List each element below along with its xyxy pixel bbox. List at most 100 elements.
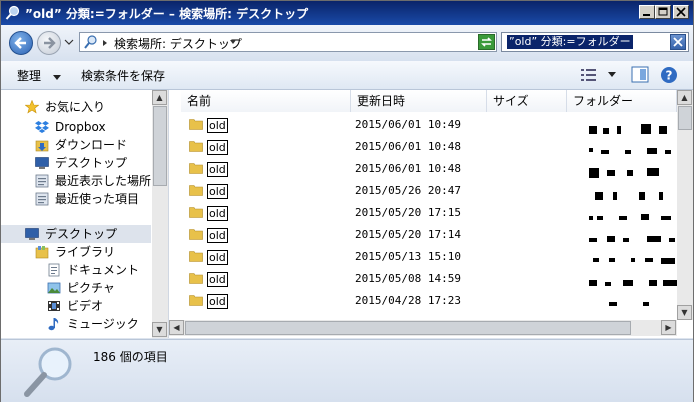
nav-item-dropbox[interactable]: Dropbox — [35, 118, 155, 136]
file-date: 2015/05/26 20:47 — [355, 184, 461, 197]
arrow-left-icon — [14, 37, 26, 49]
search-icon — [5, 5, 20, 20]
folder-icon — [189, 295, 203, 306]
chevron-down-icon — [52, 75, 61, 80]
file-date: 2015/04/28 17:23 — [355, 294, 461, 307]
file-name[interactable]: old — [207, 250, 228, 265]
nav-item-label: ピクチャ — [67, 281, 115, 295]
save-search-button[interactable]: 検索条件を保存 — [81, 67, 165, 84]
preview-pane-icon[interactable] — [631, 66, 649, 83]
list-scroll-down-button[interactable]: ▼ — [677, 305, 692, 320]
nav-item-favorites[interactable]: お気に入り — [25, 98, 145, 116]
arrow-right-icon — [44, 37, 56, 49]
nav-item-desktop[interactable]: デスクトップ — [35, 154, 155, 172]
back-button[interactable] — [9, 31, 33, 55]
nav-item-documents[interactable]: ドキュメント — [47, 261, 157, 279]
folder-icon — [189, 119, 203, 130]
file-name[interactable]: old — [207, 206, 228, 221]
list-vscroll-thumb[interactable] — [678, 106, 692, 130]
close-icon — [673, 37, 683, 47]
column-header-size[interactable]: サイズ — [487, 90, 567, 112]
maximize-button[interactable] — [655, 5, 671, 19]
nav-item-music[interactable]: ミュージック — [47, 315, 157, 333]
column-header-folder[interactable]: フォルダー — [567, 90, 677, 112]
details-pane: 186 個の項目 — [1, 339, 693, 402]
file-list-vscrollbar[interactable]: ▲ ▼ — [677, 90, 693, 320]
title-bar[interactable]: ”old” 分類:=フォルダー – 検索場所: デスクトップ — [1, 1, 693, 25]
view-options-icon[interactable] — [581, 68, 597, 82]
file-list-pane: 名前 更新日時 サイズ フォルダー old 2015/06/01 10:49 old… — [169, 90, 693, 338]
pictures-icon — [47, 282, 61, 294]
file-list-hscrollbar[interactable]: ◀ ▶ — [169, 320, 677, 336]
list-scroll-left-button[interactable]: ◀ — [169, 320, 184, 335]
file-date: 2015/05/13 15:10 — [355, 250, 461, 263]
nav-item-label: デスクトップ — [45, 227, 118, 241]
window-title: ”old” 分類:=フォルダー – 検索場所: デスクトップ — [25, 7, 309, 21]
clear-search-button[interactable] — [670, 34, 686, 50]
minimize-icon — [643, 14, 650, 16]
refresh-icon — [481, 37, 492, 47]
refresh-button[interactable] — [478, 34, 495, 50]
folder-icon — [189, 207, 203, 218]
file-name[interactable]: old — [207, 162, 228, 177]
chevron-right-icon[interactable] — [102, 39, 108, 47]
nav-scroll-thumb[interactable] — [153, 106, 167, 186]
nav-item-label: ダウンロード — [55, 138, 128, 152]
nav-item-label: 最近使った項目 — [55, 192, 140, 206]
file-name[interactable]: old — [207, 184, 228, 199]
nav-item-pictures[interactable]: ピクチャ — [47, 279, 157, 297]
nav-item-libraries[interactable]: ライブラリ — [35, 243, 155, 261]
nav-item-recent-places[interactable]: 最近表示した場所 — [35, 172, 167, 190]
help-icon[interactable]: ? — [660, 66, 678, 84]
nav-item-downloads[interactable]: ダウンロード — [35, 136, 155, 154]
column-header-name[interactable]: 名前 — [181, 90, 351, 112]
address-path[interactable]: 検索場所: デスクトップ — [114, 35, 242, 52]
star-icon — [25, 100, 39, 114]
search-query[interactable]: ”old” 分類:=フォルダー — [507, 35, 633, 49]
file-date: 2015/05/20 17:14 — [355, 228, 461, 241]
close-button[interactable] — [673, 5, 689, 19]
list-scroll-up-button[interactable]: ▲ — [677, 90, 692, 105]
list-hscroll-thumb[interactable] — [185, 321, 631, 335]
file-name[interactable]: old — [207, 140, 228, 155]
file-name[interactable]: old — [207, 228, 228, 243]
nav-scroll-down-button[interactable]: ▼ — [152, 322, 167, 337]
nav-scrollbar[interactable]: ▲ ▼ — [152, 90, 168, 338]
chevron-down-icon[interactable] — [230, 40, 236, 45]
list-scroll-right-button[interactable]: ▶ — [661, 320, 676, 335]
file-name[interactable]: old — [207, 294, 228, 309]
nav-item-tree-desktop[interactable]: デスクトップ — [25, 225, 145, 243]
recent-places-icon — [35, 174, 49, 188]
desktop-icon — [35, 157, 49, 169]
search-input[interactable]: ”old” 分類:=フォルダー — [501, 32, 689, 52]
history-dropdown-icon[interactable] — [64, 38, 74, 46]
view-dropdown-icon[interactable] — [608, 72, 616, 77]
folder-icon — [189, 273, 203, 284]
documents-icon — [48, 263, 60, 277]
organize-button[interactable]: 整理 — [17, 67, 61, 84]
file-name[interactable]: old — [207, 272, 228, 287]
nav-item-recent-items[interactable]: 最近使った項目 — [35, 190, 155, 208]
address-box[interactable]: 検索場所: デスクトップ — [79, 32, 497, 52]
item-count: 186 個の項目 — [93, 350, 168, 364]
recent-items-icon — [35, 192, 49, 206]
nav-scroll-up-button[interactable]: ▲ — [152, 90, 167, 105]
file-name[interactable]: old — [207, 118, 228, 133]
folder-icon — [189, 251, 203, 262]
desktop-icon — [25, 228, 39, 240]
nav-item-videos[interactable]: ビデオ — [47, 297, 157, 315]
folder-icon — [189, 141, 203, 152]
file-date: 2015/05/20 17:15 — [355, 206, 461, 219]
music-icon — [48, 318, 59, 331]
library-icon — [35, 246, 49, 259]
nav-item-label: ビデオ — [67, 299, 104, 313]
explorer-window: ”old” 分類:=フォルダー – 検索場所: デスクトップ 検索場所: デスク… — [0, 0, 694, 402]
maximize-icon — [658, 7, 668, 16]
minimize-button[interactable] — [639, 5, 655, 19]
file-date: 2015/06/01 10:49 — [355, 118, 461, 131]
column-header-date[interactable]: 更新日時 — [351, 90, 487, 112]
close-icon — [676, 7, 686, 17]
nav-item-label: Dropbox — [55, 120, 106, 134]
forward-button[interactable] — [37, 31, 61, 55]
video-icon — [48, 301, 60, 311]
